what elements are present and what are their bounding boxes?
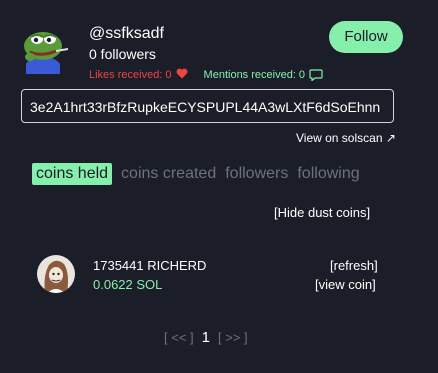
profile-avatar	[20, 24, 70, 74]
current-page-number: 1	[201, 329, 210, 346]
profile-tabs: coins held coins created followers follo…	[32, 163, 369, 185]
heart-icon	[176, 68, 188, 82]
pepe-avatar-image	[24, 32, 69, 74]
follow-button[interactable]: Follow	[329, 21, 403, 53]
view-on-solscan-link[interactable]: View on solscan ↗	[296, 131, 396, 145]
prev-page-button[interactable]: [ << ]	[164, 330, 194, 346]
hide-dust-coins-button[interactable]: [Hide dust coins]	[274, 205, 370, 220]
coin-image[interactable]	[37, 255, 75, 293]
tab-coins-held[interactable]: coins held	[32, 163, 113, 185]
tab-following[interactable]: following	[297, 163, 359, 185]
profile-stats: Likes received: 0 Mentions received: 0	[89, 68, 323, 82]
pagination: [ << ] 1 [ >> ]	[164, 330, 248, 346]
followers-count[interactable]: 0 followers	[89, 46, 156, 62]
tab-coins-created[interactable]: coins created	[121, 163, 216, 185]
profile-username: @ssfksadf	[89, 25, 164, 42]
coin-thumbnail-image	[37, 255, 75, 293]
coin-name[interactable]: 1735441 RICHERD	[93, 258, 206, 273]
mentions-received: Mentions received: 0	[203, 68, 306, 81]
view-coin-link[interactable]: [view coin]	[315, 277, 376, 292]
likes-received: Likes received: 0	[89, 68, 172, 81]
next-page-button[interactable]: [ >> ]	[218, 330, 248, 346]
speech-bubble-icon	[309, 69, 323, 82]
wallet-address-field[interactable]: 3e2A1hrt33rBfzRupkeECYSPUPL44A3wLXtF6dSo…	[21, 89, 394, 123]
coin-balance: 0.0622 SOL	[93, 277, 163, 292]
refresh-coin-button[interactable]: [refresh]	[330, 258, 378, 273]
tab-followers[interactable]: followers	[225, 163, 288, 185]
